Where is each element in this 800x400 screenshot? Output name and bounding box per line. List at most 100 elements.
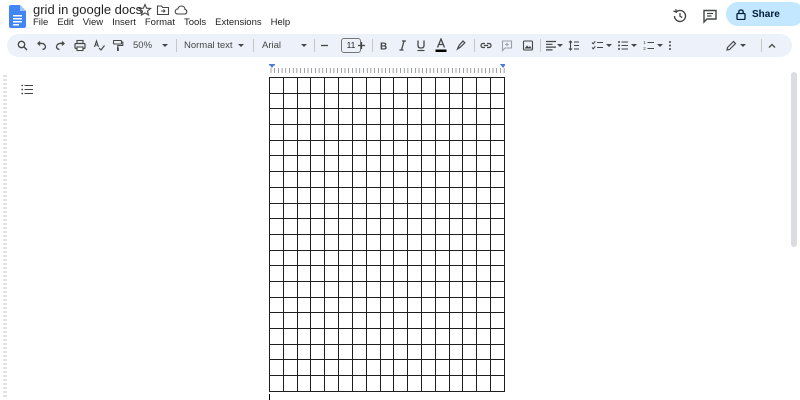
table-cell[interactable] — [269, 77, 284, 94]
bullet-list-icon[interactable] — [617, 39, 629, 52]
table-cell[interactable] — [407, 312, 422, 329]
table-cell[interactable] — [351, 186, 367, 204]
table-cell[interactable] — [420, 202, 436, 220]
table-cell[interactable] — [448, 296, 464, 314]
table-cell[interactable] — [296, 296, 312, 314]
table-cell[interactable] — [324, 171, 340, 188]
table-cell[interactable] — [490, 296, 505, 314]
table-cell[interactable] — [324, 108, 340, 126]
table-cell[interactable] — [420, 139, 436, 157]
table-cell[interactable] — [379, 375, 395, 392]
align-dropdown-caret[interactable] — [557, 39, 563, 52]
table-cell[interactable] — [296, 312, 312, 329]
docs-logo-icon[interactable] — [9, 5, 26, 28]
add-comment-icon[interactable] — [501, 39, 513, 52]
table-cell[interactable] — [379, 328, 395, 345]
table-cell[interactable] — [296, 186, 312, 204]
table-cell[interactable] — [476, 359, 491, 377]
table-cell[interactable] — [407, 218, 422, 235]
table-cell[interactable] — [490, 375, 505, 392]
table-cell[interactable] — [393, 280, 409, 298]
table-cell[interactable] — [324, 312, 340, 329]
star-icon[interactable] — [138, 3, 152, 17]
table-cell[interactable] — [296, 249, 312, 267]
link-icon[interactable] — [480, 39, 492, 52]
table-cell[interactable] — [434, 92, 450, 110]
table-cell[interactable] — [420, 155, 436, 173]
table-cell[interactable] — [338, 108, 353, 126]
table-cell[interactable] — [393, 218, 409, 235]
table-cell[interactable] — [269, 343, 284, 361]
table-cell[interactable] — [269, 233, 284, 251]
table-cell[interactable] — [338, 312, 353, 329]
table-cell[interactable] — [393, 233, 409, 251]
table-cell[interactable] — [310, 77, 326, 94]
font-dropdown-caret[interactable] — [301, 39, 307, 52]
move-folder-icon[interactable] — [156, 3, 170, 17]
table-cell[interactable] — [407, 296, 422, 314]
table-cell[interactable] — [490, 218, 505, 235]
table-cell[interactable] — [338, 343, 353, 361]
table-cell[interactable] — [324, 77, 340, 94]
table-cell[interactable] — [434, 155, 450, 173]
table-cell[interactable] — [351, 218, 367, 235]
table-cell[interactable] — [338, 375, 353, 392]
table-cell[interactable] — [296, 218, 312, 235]
table-cell[interactable] — [448, 249, 464, 267]
table-cell[interactable] — [310, 312, 326, 329]
table-cell[interactable] — [296, 92, 312, 110]
table-cell[interactable] — [420, 249, 436, 267]
table-cell[interactable] — [420, 171, 436, 188]
table-cell[interactable] — [490, 92, 505, 110]
table-cell[interactable] — [448, 171, 464, 188]
table-cell[interactable] — [338, 280, 353, 298]
table-cell[interactable] — [462, 92, 478, 110]
table-cell[interactable] — [324, 249, 340, 267]
style-dropdown-caret[interactable] — [238, 39, 244, 52]
text-color-icon[interactable] — [435, 38, 447, 53]
editing-mode-icon[interactable] — [725, 39, 737, 52]
table-cell[interactable] — [338, 218, 353, 235]
table-cell[interactable] — [407, 249, 422, 267]
table-cell[interactable] — [379, 77, 395, 94]
table-cell[interactable] — [296, 108, 312, 126]
table-cell[interactable] — [462, 171, 478, 188]
table-cell[interactable] — [407, 280, 422, 298]
table-cell[interactable] — [296, 280, 312, 298]
table-cell[interactable] — [462, 312, 478, 329]
table-cell[interactable] — [393, 296, 409, 314]
table-cell[interactable] — [420, 328, 436, 345]
table-cell[interactable] — [448, 359, 464, 377]
table-cell[interactable] — [393, 343, 409, 361]
table-cell[interactable] — [462, 155, 478, 173]
table-cell[interactable] — [393, 312, 409, 329]
table-cell[interactable] — [351, 312, 367, 329]
insert-image-icon[interactable] — [522, 39, 534, 52]
table-cell[interactable] — [476, 343, 491, 361]
bullet-list-dropdown-caret[interactable] — [631, 39, 637, 52]
table-cell[interactable] — [407, 77, 422, 94]
table-cell[interactable] — [434, 343, 450, 361]
table-cell[interactable] — [351, 92, 367, 110]
table-cell[interactable] — [476, 218, 491, 235]
table-cell[interactable] — [269, 265, 284, 282]
table-cell[interactable] — [365, 186, 381, 204]
table-cell[interactable] — [462, 77, 478, 94]
table-cell[interactable] — [351, 171, 367, 188]
table-cell[interactable] — [462, 296, 478, 314]
table-cell[interactable] — [420, 108, 436, 126]
table-cell[interactable] — [393, 375, 409, 392]
table-cell[interactable] — [379, 171, 395, 188]
table-cell[interactable] — [434, 186, 450, 204]
table-cell[interactable] — [282, 202, 298, 220]
zoom-dropdown-caret[interactable] — [162, 39, 168, 52]
table-cell[interactable] — [420, 218, 436, 235]
table-cell[interactable] — [324, 92, 340, 110]
editing-mode-dropdown-caret[interactable] — [740, 39, 746, 52]
table-cell[interactable] — [365, 312, 381, 329]
redo-icon[interactable] — [55, 39, 66, 52]
table-cell[interactable] — [462, 233, 478, 251]
table-cell[interactable] — [338, 92, 353, 110]
table-cell[interactable] — [490, 249, 505, 267]
table-cell[interactable] — [490, 155, 505, 173]
